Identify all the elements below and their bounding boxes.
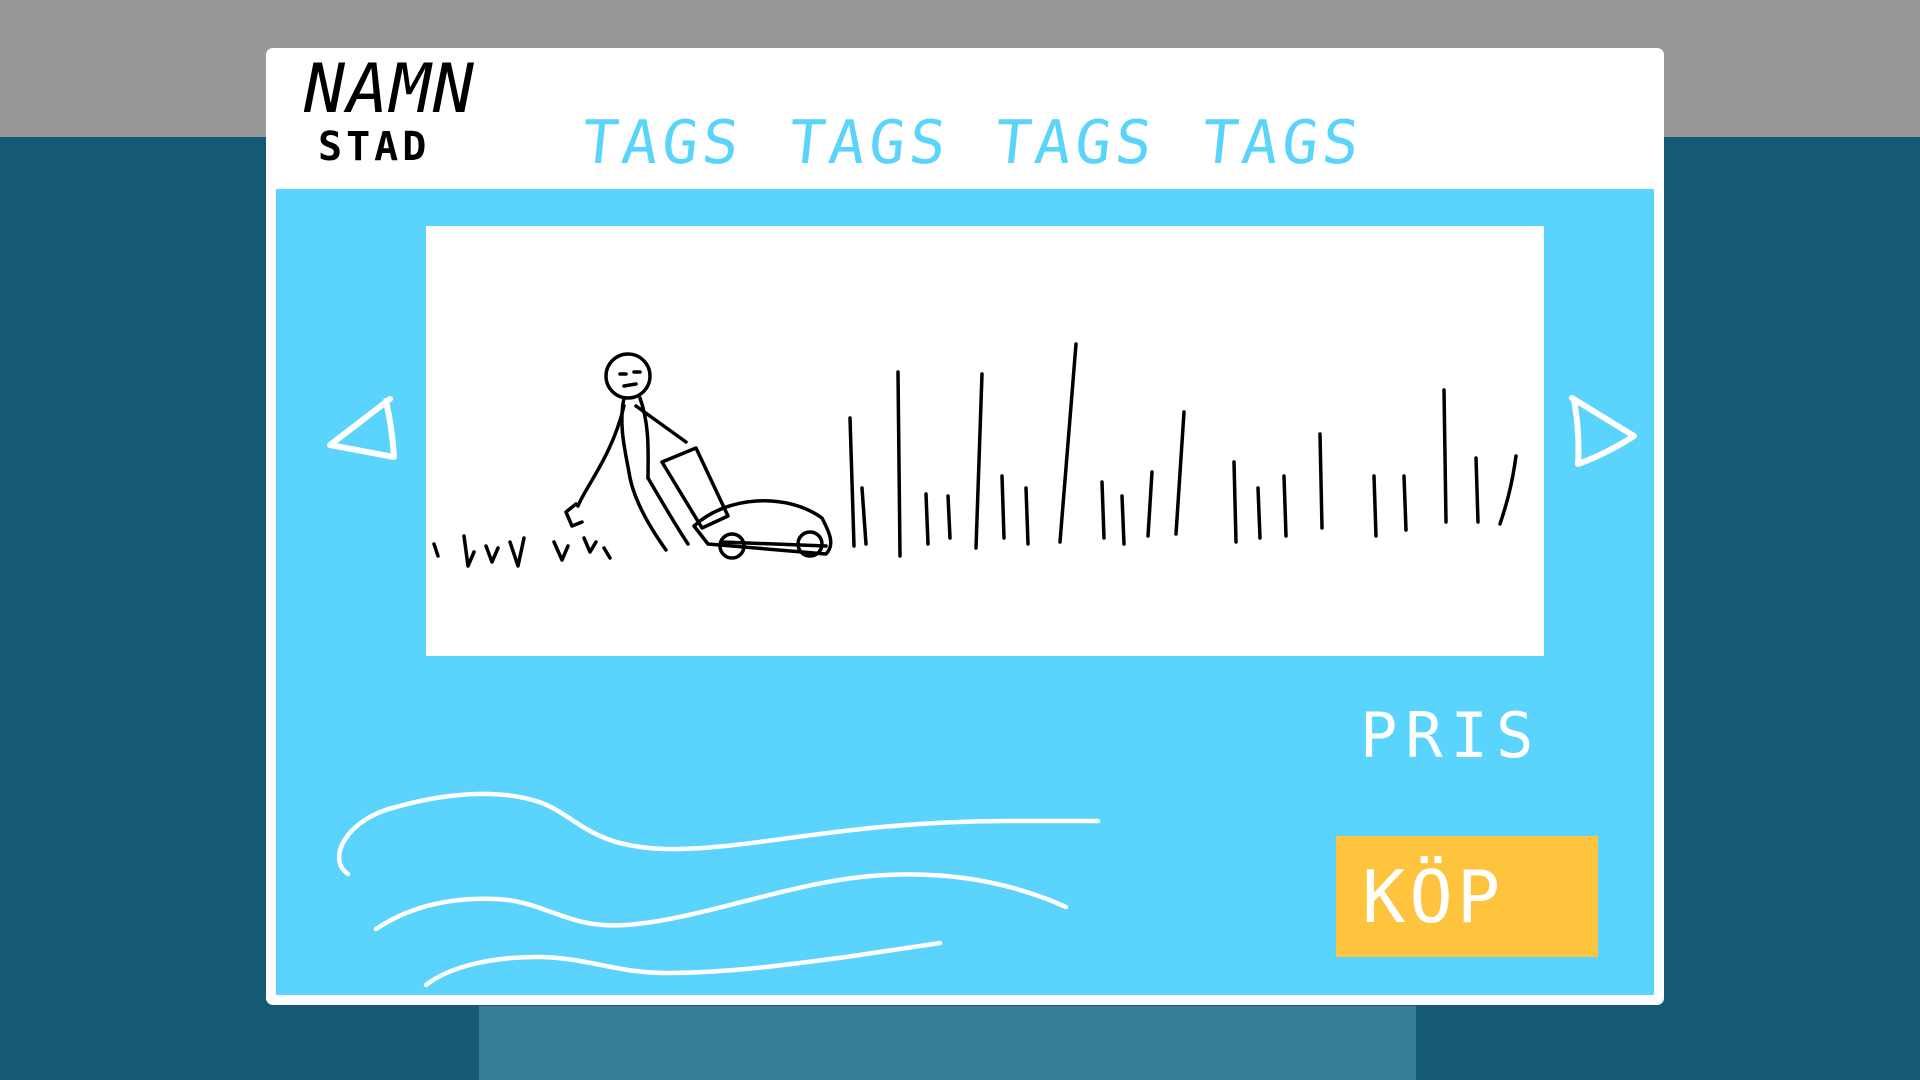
- triangle-right-icon: [1569, 395, 1637, 467]
- product-image: [426, 226, 1544, 656]
- seller-name: NAMN: [304, 50, 476, 129]
- next-image-button[interactable]: [1556, 384, 1646, 474]
- listing-header: NAMN STAD TAGS TAGS TAGS TAGS: [266, 48, 1664, 186]
- seller-city: STAD: [318, 124, 431, 170]
- lawnmower-sketch: [432, 342, 1518, 568]
- triangle-left-icon: [327, 396, 397, 460]
- description-scribble: [326, 729, 1226, 989]
- description-placeholder-lines: [336, 791, 1101, 988]
- tag-item[interactable]: TAGS: [578, 108, 746, 178]
- price-label: PRIS: [1360, 699, 1542, 772]
- listing-card: NAMN STAD TAGS TAGS TAGS TAGS PRIS KÖP: [266, 48, 1664, 1005]
- listing-content: PRIS KÖP: [276, 189, 1654, 995]
- tag-item[interactable]: TAGS: [1198, 108, 1366, 178]
- tag-item[interactable]: TAGS: [991, 108, 1159, 178]
- footer-block: [479, 1006, 1416, 1080]
- previous-image-button[interactable]: [322, 387, 412, 477]
- buy-button[interactable]: KÖP: [1336, 836, 1598, 957]
- tag-item[interactable]: TAGS: [785, 108, 953, 178]
- tag-list: TAGS TAGS TAGS TAGS: [578, 108, 1365, 178]
- page: NAMN STAD TAGS TAGS TAGS TAGS PRIS KÖP: [0, 0, 1920, 1080]
